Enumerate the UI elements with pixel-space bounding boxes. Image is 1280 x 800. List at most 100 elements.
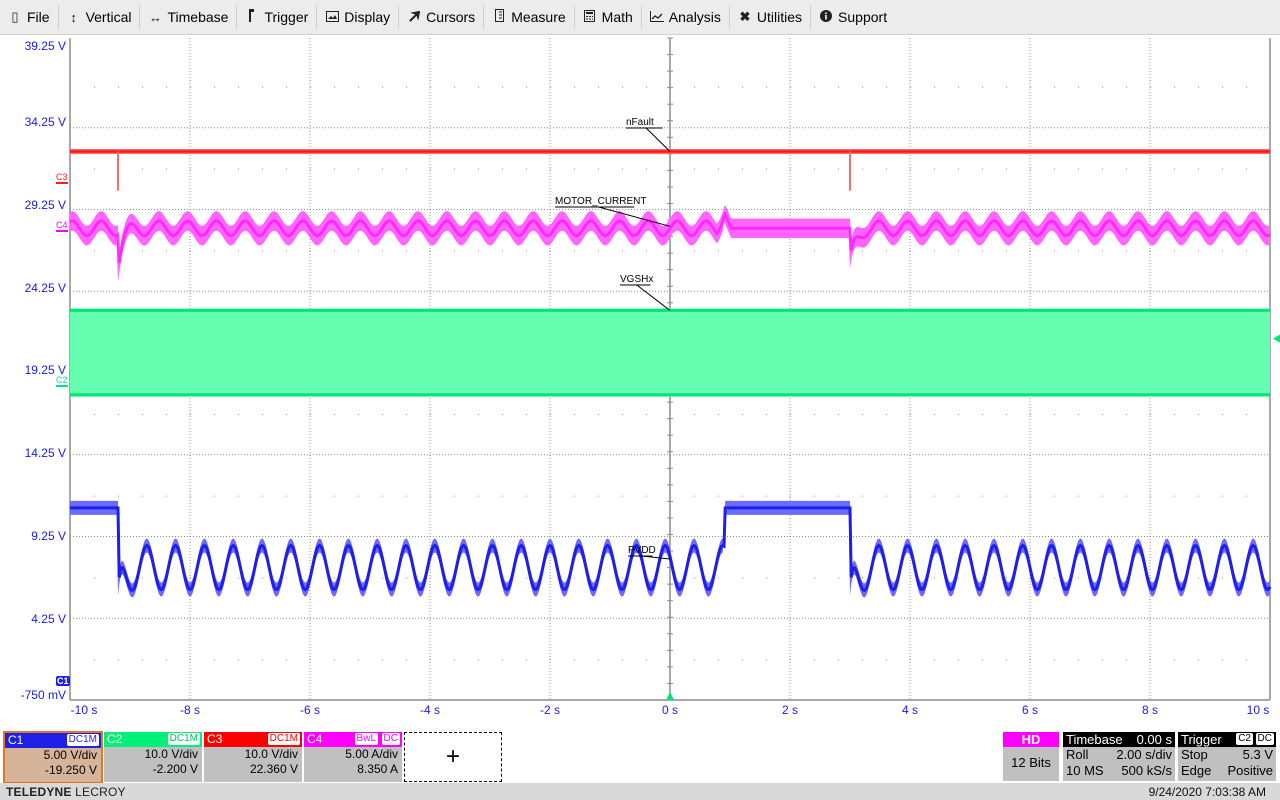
vertical-scale: 10.0 V/div [144,747,198,761]
menu-display[interactable]: Display [317,5,400,29]
coupling-tag: DC [381,733,400,745]
timebase-descriptor[interactable]: Timebase 0.00 s Roll 2.00 s/div 10 MS 500 … [1063,732,1175,781]
minor-dot [454,495,455,497]
add-channel-button[interactable]: + [404,732,502,782]
minor-dot [910,86,911,88]
minor-dot [622,577,623,579]
c2-offset-marker[interactable]: C2 [56,375,68,387]
minor-dot [1246,86,1247,88]
chart-line-icon [649,10,664,25]
minor-dot [766,495,767,497]
minor-dot [790,168,791,170]
minor-dot [454,413,455,415]
channel-c4-descriptor[interactable]: C4 BwL DC 5.00 A/div 8.350 A [304,732,402,782]
channel-c1-descriptor[interactable]: C1 DC1M 5.00 V/div -19.250 V [3,731,103,784]
minor-dot [886,413,887,415]
minor-dot [1174,413,1175,415]
minor-dot [598,250,599,252]
minor-dot [310,250,311,252]
minor-dot [1030,659,1031,661]
channel-name: C3 [207,732,223,746]
minor-dot [718,168,719,170]
menu-trigger[interactable]: Trigger [237,5,318,29]
minor-dot [1006,659,1007,661]
y-tick-label: 24.25 V [24,281,66,295]
minor-dot [550,250,551,252]
bit-resolution: 12 Bits [1011,755,1051,770]
minor-dot [814,413,815,415]
hd-label: HD [1003,732,1059,747]
minor-dot [1246,250,1247,252]
minor-dot [1222,659,1223,661]
trigger-descriptor[interactable]: Trigger C2 DC Stop 5.3 V Edge Positive [1178,732,1276,781]
minor-dot [814,86,815,88]
minor-dot [574,413,575,415]
minor-dot [358,659,359,661]
minor-dot [1150,413,1151,415]
minor-dot [406,168,407,170]
minor-dot [454,168,455,170]
menu-support[interactable]: Support [811,5,895,29]
minor-dot [838,86,839,88]
minor-dot [814,250,815,252]
minor-dot [718,577,719,579]
minor-dot [742,413,743,415]
minor-dot [94,168,95,170]
minor-dot [886,168,887,170]
menu-file[interactable]: ▯ File [0,5,59,29]
minor-dot [982,250,983,252]
minor-dot [670,168,671,170]
minor-dot [598,413,599,415]
minor-dot [526,413,527,415]
minor-dot [742,659,743,661]
minor-dot [694,168,695,170]
minor-dot [646,250,647,252]
minor-dot [982,495,983,497]
minor-dot [598,86,599,88]
menu-measure[interactable]: Measure [484,5,575,29]
c3-offset-marker[interactable]: C3 [56,172,68,184]
trigger-level: 5.3 V [1242,747,1273,762]
plus-icon: + [445,743,460,770]
minor-dot [550,168,551,170]
menu-label: File [27,9,50,25]
minor-dot [718,495,719,497]
menu-cursors[interactable]: Cursors [399,5,485,29]
menu-timebase[interactable]: ↔ Timebase [140,5,238,29]
minor-dot [166,413,167,415]
minor-dot [1150,168,1151,170]
minor-dot [934,577,935,579]
trigger-header: Trigger C2 DC [1178,732,1276,747]
minor-dot [334,86,335,88]
menu-math[interactable]: Math [575,5,642,29]
x-tick-label: -6 s [299,703,321,717]
waveform-canvas[interactable]: nFault MOTOR_CURRENT VGSHx PVDD [0,35,1280,730]
channel-c3-descriptor[interactable]: C3 DC1M 10.0 V/div 22.360 V [204,732,302,782]
minor-dot [646,659,647,661]
menu-analysis[interactable]: Analysis [642,5,730,29]
minor-dot [814,659,815,661]
minor-dot [262,495,263,497]
y-tick-label: 14.25 V [24,446,66,460]
channel-c2-descriptor[interactable]: C2 DC1M 10.0 V/div -2.200 V [104,732,202,782]
minor-dot [1006,86,1007,88]
minor-dot [1054,413,1055,415]
minor-dot [502,495,503,497]
minor-dot [742,495,743,497]
c1-offset-marker[interactable]: C1 [56,676,70,686]
minor-dot [790,577,791,579]
minor-dot [454,659,455,661]
minor-dot [1174,495,1175,497]
status-footer: TELEDYNE LECROY 9/24/2020 7:03:38 AM [0,783,1280,800]
waveform-display[interactable]: nFault MOTOR_CURRENT VGSHx PVDD 39.25 V 34.… [0,35,1280,730]
c4-offset-marker[interactable]: C4 [56,220,68,232]
minor-dot [790,495,791,497]
hd-resolution-descriptor[interactable]: HD 12 Bits [1003,732,1059,781]
minor-dot [670,413,671,415]
minor-dot [1150,250,1151,252]
minor-dot [382,250,383,252]
menu-vertical[interactable]: ↕ Vertical [59,5,141,29]
menu-utilities[interactable]: ✖ Utilities [730,5,812,29]
minor-dot [1174,168,1175,170]
minor-dot [406,413,407,415]
